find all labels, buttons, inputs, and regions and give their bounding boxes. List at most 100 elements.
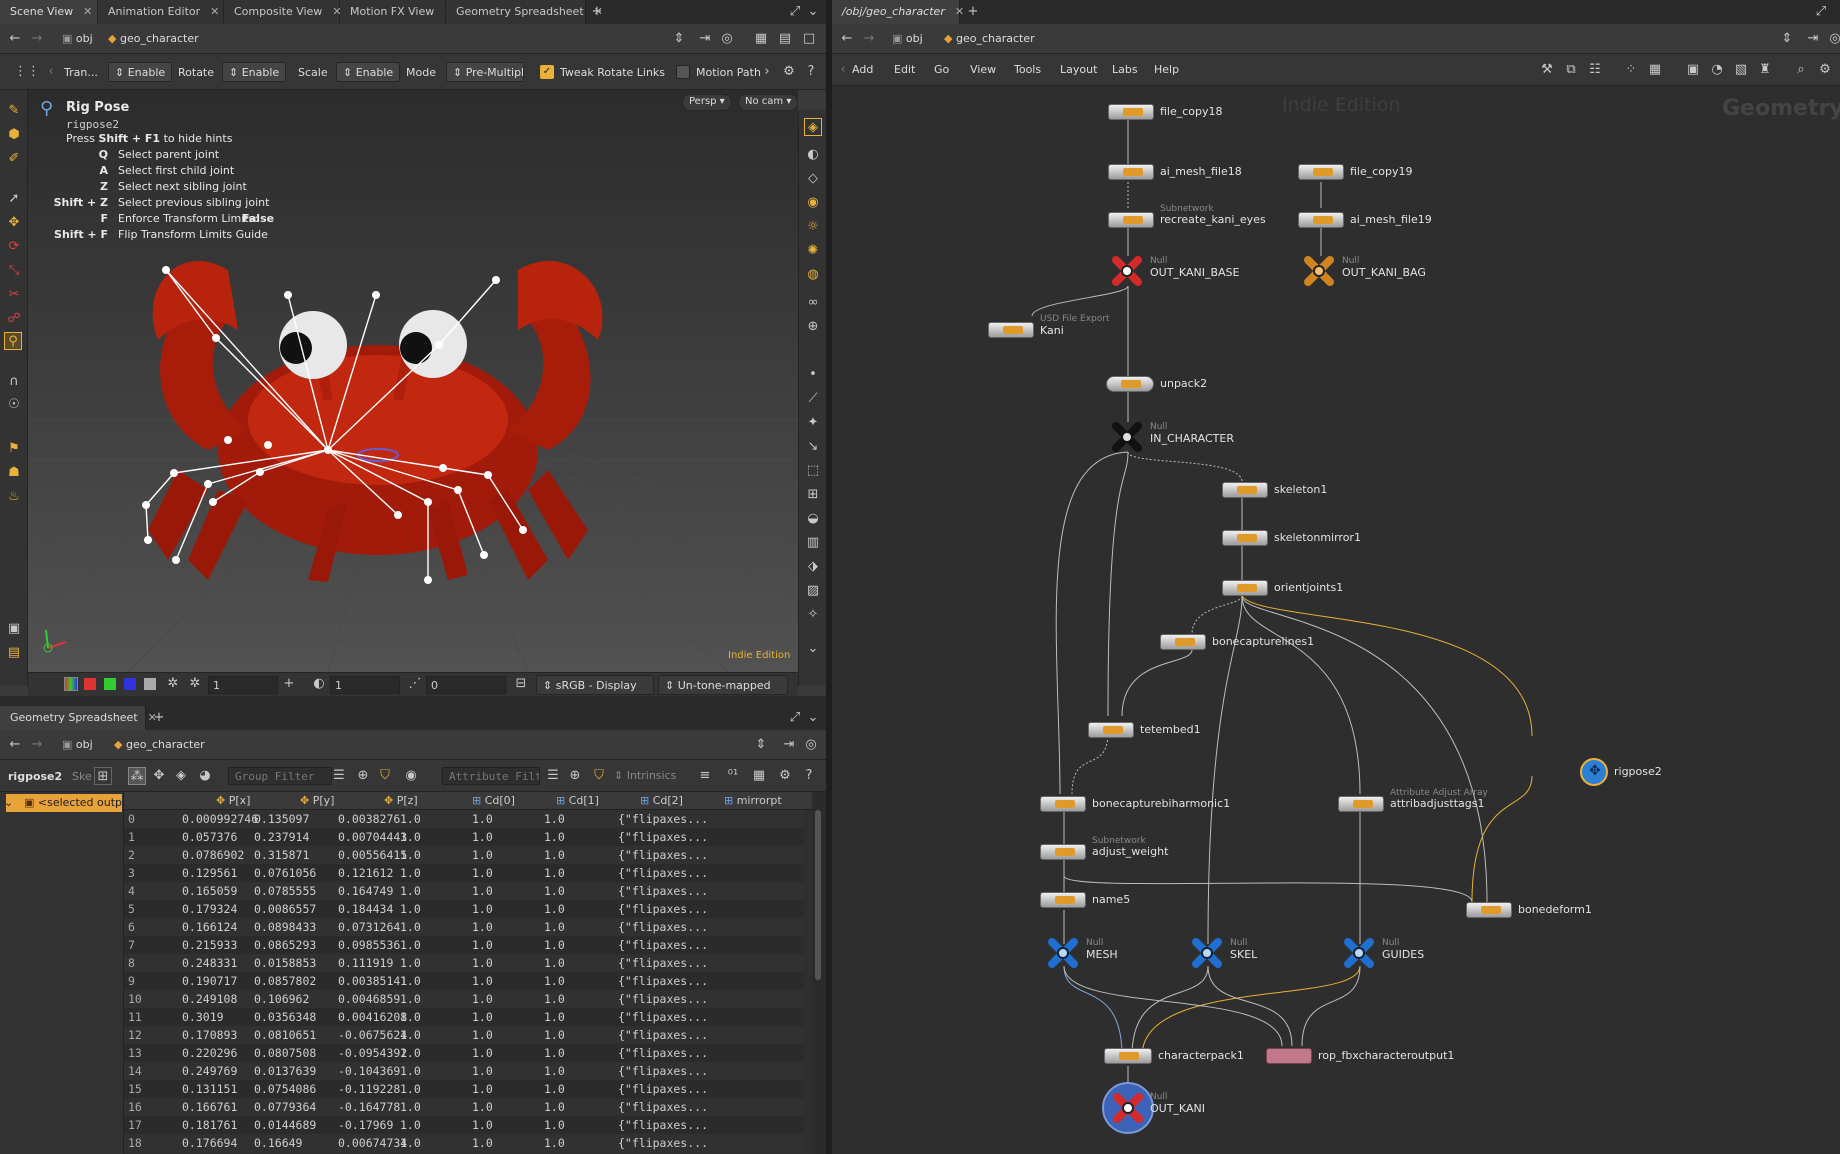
tab-composite-view[interactable]: Composite View ✕	[224, 0, 342, 24]
tab-scene-view[interactable]: Scene View ✕	[0, 0, 98, 24]
chevron-down-icon[interactable]: ⌄	[804, 709, 822, 727]
node-ai-mesh-file18[interactable]	[1108, 164, 1154, 180]
attribute-filter-field[interactable]: Attribute Filter	[442, 767, 540, 785]
node-skeletonmirror1[interactable]	[1222, 530, 1268, 546]
render-tool-icon[interactable]: ♨	[5, 488, 23, 506]
chevron-left-icon[interactable]: ‹	[42, 63, 60, 81]
table-row[interactable]: 13 0.220296 0.0807508 -0.0954392 1.0 1.0 1.0 {"…	[124, 1044, 804, 1062]
wireframe-icon[interactable]: ◇	[804, 170, 822, 188]
maximize-icon[interactable]: ⤢	[786, 3, 804, 21]
tweak-rotate-checkbox[interactable]: ✓	[540, 65, 554, 79]
enable-scale-button[interactable]: ⇕ Enable	[336, 62, 401, 82]
enable-translate-button[interactable]: ⇕ Enable	[108, 62, 173, 82]
digits-icon[interactable]: ⁰¹	[724, 767, 742, 785]
clip-icon[interactable]: ⊟	[512, 675, 530, 693]
grid-icon[interactable]: ⋮⋮	[14, 63, 40, 81]
points-icon[interactable]: ⁂	[128, 767, 146, 785]
tab-animation-editor[interactable]: Animation Editor ✕	[98, 0, 224, 24]
camera-tool-icon[interactable]: ⚑	[5, 440, 23, 458]
grid-view-icon[interactable]: ▦	[1646, 61, 1664, 79]
primitives-icon[interactable]: ◈	[172, 767, 190, 785]
table-row[interactable]: 0 0.000992746 0.135097 0.0038276 1.0 1.0 1.0 {"…	[124, 810, 804, 828]
pin-icon[interactable]: ⇥	[696, 30, 714, 48]
path-dropdown-icon[interactable]: ⇕	[752, 736, 770, 754]
contrast-icon[interactable]: ◐	[310, 675, 328, 693]
display-options-icon[interactable]: ◈	[804, 118, 822, 136]
sticky-note-icon[interactable]: ◔	[1708, 61, 1726, 79]
back-arrow-icon[interactable]: ←	[6, 736, 24, 754]
lut-field[interactable]: 0	[426, 676, 506, 694]
rgb-channel-icon[interactable]	[64, 677, 78, 691]
node-unpack2[interactable]	[1106, 376, 1154, 392]
node-ai-mesh-file19[interactable]	[1298, 212, 1344, 228]
glasses-icon[interactable]: ∞	[804, 294, 822, 312]
tonemap-select[interactable]: ⇕ Un-tone-mapped	[658, 675, 788, 695]
node-bonedeform1[interactable]	[1466, 902, 1512, 918]
snapshot-icon[interactable]: ▣	[5, 620, 23, 638]
node-file-copy19[interactable]	[1298, 164, 1344, 180]
table-row[interactable]: 18 0.176694 0.16649 0.00674734 1.0 1.0 1.0 {"fl…	[124, 1134, 804, 1152]
node-adjust-weight[interactable]	[1040, 844, 1086, 860]
table-row[interactable]: 12 0.170893 0.0810651 -0.0675624 1.0 1.0 1.0 {"…	[124, 1026, 804, 1044]
background-icon[interactable]: ⬗	[804, 558, 822, 576]
table-row[interactable]: 10 0.249108 0.106962 0.0046859 1.0 1.0 1.0 {"fl…	[124, 990, 804, 1008]
shadow-icon[interactable]: ◍	[804, 266, 822, 284]
node-skeleton1[interactable]	[1222, 482, 1268, 498]
lut-icon[interactable]: ⋰	[406, 675, 424, 693]
shading-icon[interactable]: ◐	[804, 146, 822, 164]
light-tool-icon[interactable]: ☗	[5, 464, 23, 482]
node-kani-usd-export[interactable]	[988, 322, 1034, 338]
tree-item-selected-output[interactable]: ⌄ ▣ <selected outp	[6, 794, 122, 812]
close-icon[interactable]: ✕	[83, 5, 92, 18]
table-row[interactable]: 5 0.179324 0.0086557 0.184434 1.0 1.0 1.0 {"fli…	[124, 900, 804, 918]
alpha-channel-icon[interactable]	[144, 678, 156, 690]
spreadsheet-scrollbar[interactable]	[812, 792, 826, 1154]
maximize-icon[interactable]: ⤢	[786, 709, 804, 727]
pin-icon[interactable]: ⇥	[780, 736, 798, 754]
node-file-copy18[interactable]	[1108, 104, 1154, 120]
scrollbar-thumb[interactable]	[815, 810, 821, 980]
node-tetembed1[interactable]	[1088, 722, 1134, 738]
node-bonecapturebiharmonic1[interactable]	[1040, 796, 1086, 812]
table-row[interactable]: 8 0.248331 0.0158853 0.111919 1.0 1.0 1.0 {"fli…	[124, 954, 804, 972]
colorspace-select[interactable]: ⇕ sRGB - Display	[536, 675, 654, 695]
skeleton-view-icon[interactable]: ⊞	[94, 767, 112, 785]
xray-icon[interactable]: ◉	[804, 194, 822, 212]
help-icon[interactable]: ?	[802, 63, 820, 81]
vector-display-icon[interactable]: ✦	[804, 414, 822, 432]
gamma-field[interactable]: 1	[330, 676, 400, 694]
pose-tool-icon[interactable]: ✎	[5, 102, 23, 120]
breadcrumb-obj[interactable]: ▣ obj	[62, 32, 93, 45]
forward-arrow-icon[interactable]: →	[28, 736, 46, 754]
viewport-3d[interactable]: ⚲ Rig Pose rigpose2 Press Shift + F1 to …	[28, 90, 798, 672]
node-attribadjusttags1[interactable]	[1338, 796, 1384, 812]
edit-tool-icon[interactable]: ✂	[5, 286, 23, 304]
pane-splitter[interactable]	[0, 696, 826, 706]
target-icon[interactable]: ◎	[718, 30, 736, 48]
vertices-icon[interactable]: ✥	[150, 767, 168, 785]
dof-icon[interactable]: ✧	[804, 606, 822, 624]
menu-go[interactable]: Go	[934, 63, 949, 76]
back-arrow-icon[interactable]: ←	[838, 30, 856, 48]
menu-tools[interactable]: Tools	[1014, 63, 1041, 76]
node-rop-fbxcharacteroutput1[interactable]	[1266, 1048, 1312, 1064]
node-characterpack1[interactable]	[1104, 1048, 1152, 1064]
settings-icon[interactable]: ⚙	[780, 63, 798, 81]
green-channel-icon[interactable]	[104, 678, 116, 690]
network-layout-icon[interactable]: ⧉	[1562, 61, 1580, 79]
handle-tool-icon[interactable]: ⬢	[5, 126, 23, 144]
close-icon[interactable]: ✕	[955, 5, 964, 18]
back-arrow-icon[interactable]: ←	[6, 30, 24, 48]
node-orientjoints1[interactable]	[1222, 580, 1268, 596]
column-header-cd2[interactable]: ⊞ Cd[2]	[640, 794, 683, 807]
settings-icon[interactable]: ⚙	[776, 767, 794, 785]
exposure-field[interactable]: 1	[208, 676, 278, 694]
node-bonecapturelines1[interactable]	[1160, 634, 1206, 650]
brush-tool-icon[interactable]: ✐	[5, 150, 23, 168]
exposure-icon[interactable]: ✲	[164, 675, 182, 693]
forward-arrow-icon[interactable]: →	[28, 30, 46, 48]
flipbook-icon[interactable]: ▤	[5, 644, 23, 662]
tile-view-icon[interactable]: ⁘	[1622, 61, 1640, 79]
table-row[interactable]: 11 0.3019 0.0356348 0.00416208 1.0 1.0 1.0 {"fl…	[124, 1008, 804, 1026]
add-tab-icon[interactable]: +	[964, 3, 982, 21]
